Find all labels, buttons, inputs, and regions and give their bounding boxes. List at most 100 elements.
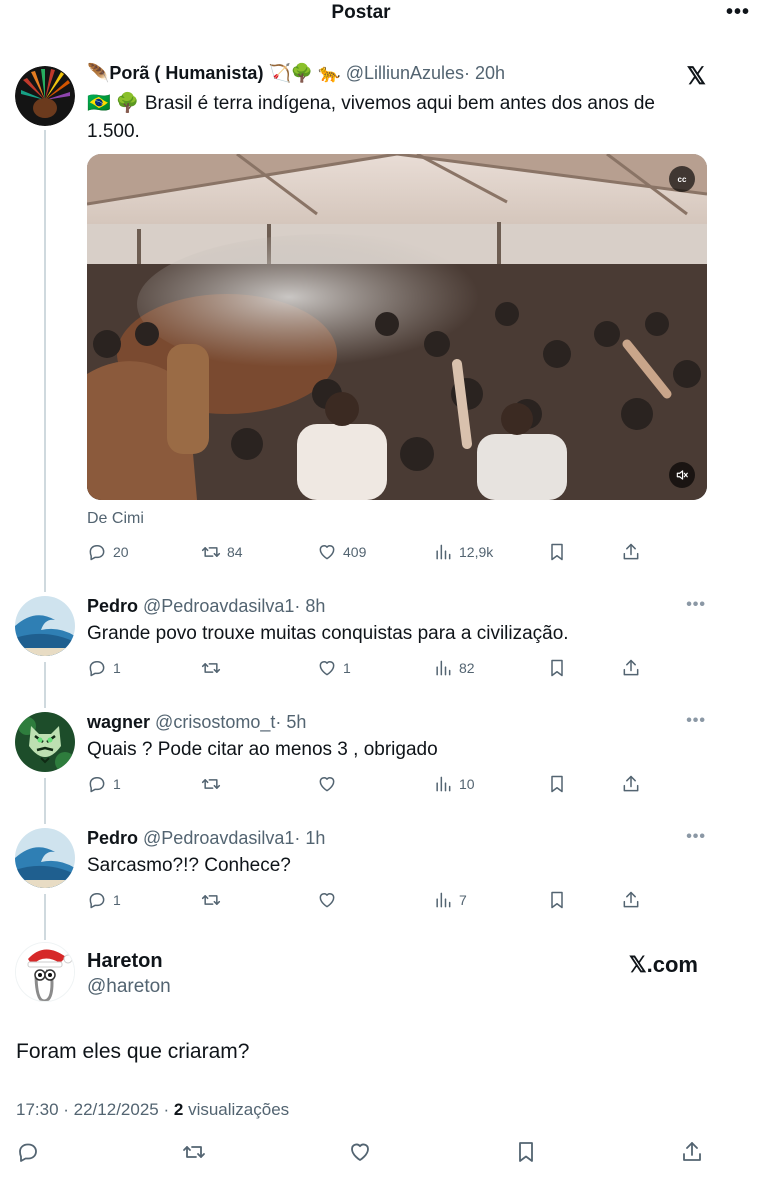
views-button[interactable]: 7 [433, 888, 467, 912]
views-button[interactable]: 82 [433, 656, 475, 680]
like-count: 1 [343, 660, 351, 676]
reply-icon [87, 542, 107, 562]
post-text: Quais ? Pode citar ao menos 3 , obrigado [87, 739, 438, 760]
views-button[interactable]: 10 [433, 772, 475, 796]
repost-button[interactable] [201, 888, 227, 912]
post-text-line: 🇧🇷 🌳 Brasil é terra indígena, vivemos aq… [87, 93, 655, 114]
video-source[interactable]: De Cimi [87, 510, 144, 528]
captions-button[interactable]: cc [669, 166, 695, 192]
video-frame [87, 154, 707, 500]
post-time[interactable]: · 1h [294, 828, 325, 848]
views-button[interactable]: 12,9k [433, 540, 493, 564]
heart-icon [317, 542, 337, 562]
avatar[interactable] [15, 828, 75, 888]
reply-icon [87, 890, 107, 910]
like-button[interactable]: 409 [317, 540, 366, 564]
avatar[interactable] [15, 66, 75, 126]
heart-icon [317, 890, 337, 910]
author-handle[interactable]: @Pedroavdasilva1 [143, 828, 294, 848]
bookmark-button[interactable] [547, 540, 567, 564]
heart-icon [317, 658, 337, 678]
views-count: 12,9k [459, 544, 494, 560]
reply-count: 1 [113, 660, 121, 676]
like-button[interactable] [317, 888, 343, 912]
post-actions: 1 7 [87, 888, 647, 912]
author-name[interactable]: Pedro [87, 596, 138, 616]
share-button[interactable] [621, 888, 641, 912]
reply-button[interactable]: 1 [87, 772, 121, 796]
share-button[interactable] [621, 772, 641, 796]
repost-button[interactable] [201, 656, 227, 680]
timestamp-date: 17:30 · 22/12/2025 · [16, 1100, 170, 1119]
more-options-icon[interactable]: ••• [686, 596, 706, 614]
reply-count: 1 [113, 892, 121, 908]
post-actions: 20 84 409 12,9k [87, 540, 647, 564]
author-name[interactable]: Pedro [87, 828, 138, 848]
reply-button[interactable]: 1 [87, 656, 121, 680]
share-icon [621, 542, 641, 562]
like-button[interactable]: 1 [317, 656, 351, 680]
reply-icon [87, 774, 107, 794]
post-timestamp: 17:30 · 22/12/2025 · 2 visualizações [16, 1100, 289, 1120]
repost-button[interactable] [182, 1140, 206, 1169]
reply-count: 20 [113, 544, 129, 560]
reply-count: 1 [113, 776, 121, 792]
reply-post[interactable]: Pedro @Pedroavdasilva1· 8h ••• Grande po… [0, 596, 774, 696]
quote-text: Foram eles que criaram? [16, 1040, 250, 1063]
post-time[interactable]: · 5h [275, 712, 306, 732]
avatar[interactable] [15, 712, 75, 772]
share-icon [621, 890, 641, 910]
top-bar: Postar ••• [0, 0, 774, 28]
repost-button[interactable] [201, 772, 227, 796]
video-player[interactable]: cc [87, 154, 707, 500]
reply-post[interactable]: Pedro @Pedroavdasilva1· 1h ••• Sarcasmo?… [0, 828, 774, 928]
author-name[interactable]: 🪶Porã ( Humanista) 🏹🌳 🐆 [87, 63, 341, 83]
bookmark-icon [514, 1140, 538, 1164]
mute-icon[interactable] [669, 462, 695, 488]
author-handle[interactable]: @Pedroavdasilva1 [143, 596, 294, 616]
reply-button[interactable]: 20 [87, 540, 129, 564]
reply-button[interactable] [16, 1140, 40, 1169]
bookmark-icon [547, 774, 567, 794]
author-handle[interactable]: @crisostomo_t [155, 712, 275, 732]
quote-author-name[interactable]: Hareton [87, 950, 163, 973]
author-name[interactable]: wagner [87, 712, 150, 732]
share-button[interactable] [621, 656, 641, 680]
post-text: 🇧🇷 🌳 Brasil é terra indígena, vivemos aq… [87, 90, 655, 146]
post-header: wagner @crisostomo_t· 5h [87, 712, 306, 733]
post-time[interactable]: · 8h [294, 596, 325, 616]
post-time[interactable]: · 20h [464, 63, 505, 83]
repost-icon [201, 658, 221, 678]
more-options-icon[interactable]: ••• [686, 712, 706, 730]
heart-icon [317, 774, 337, 794]
author-handle[interactable]: @LilliunAzules [346, 63, 464, 83]
share-icon [621, 774, 641, 794]
bookmark-icon [547, 658, 567, 678]
like-count: 409 [343, 544, 367, 560]
more-options-icon[interactable]: ••• [726, 1, 750, 24]
reply-icon [87, 658, 107, 678]
view-label: visualizações [188, 1100, 290, 1119]
bookmark-icon [547, 890, 567, 910]
like-button[interactable] [317, 772, 343, 796]
reply-button[interactable]: 1 [87, 888, 121, 912]
quote-author-handle[interactable]: @hareton [87, 976, 171, 998]
views-icon [433, 658, 453, 678]
repost-button[interactable]: 84 [201, 540, 243, 564]
share-icon [621, 658, 641, 678]
avatar[interactable] [15, 596, 75, 656]
bookmark-button[interactable] [514, 1140, 538, 1169]
like-button[interactable] [348, 1140, 372, 1169]
views-count: 82 [459, 660, 475, 676]
reply-post[interactable]: wagner @crisostomo_t· 5h ••• Quais ? Pod… [0, 712, 774, 812]
post-text: Sarcasmo?!? Conhece? [87, 855, 291, 876]
avatar[interactable] [15, 942, 75, 1002]
bookmark-button[interactable] [547, 888, 567, 912]
bookmark-button[interactable] [547, 656, 567, 680]
more-options-icon[interactable]: ••• [686, 828, 706, 846]
share-button[interactable] [680, 1140, 704, 1169]
bookmark-icon [547, 542, 567, 562]
share-button[interactable] [621, 540, 641, 564]
view-count: 2 [173, 1100, 184, 1119]
bookmark-button[interactable] [547, 772, 567, 796]
